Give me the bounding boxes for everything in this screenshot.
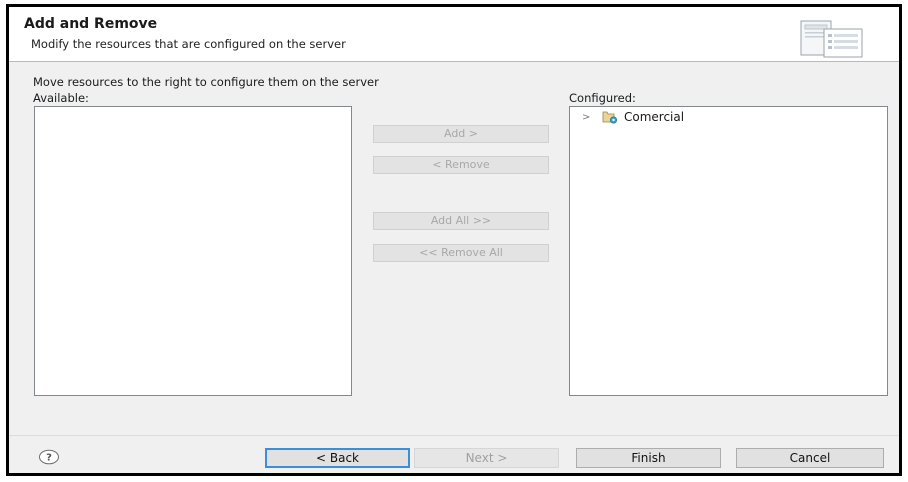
cancel-button[interactable]: Cancel [736,448,884,468]
tree-item-comercial[interactable]: > Comercial [582,109,684,125]
dialog-subtitle: Modify the resources that are configured… [31,37,346,51]
instruction-text: Move resources to the right to configure… [33,75,379,89]
server-config-icon [800,20,880,63]
available-label: Available: [33,91,89,105]
finish-button[interactable]: Finish [576,448,721,468]
configured-label: Configured: [569,91,636,105]
available-list[interactable] [34,106,352,396]
dialog-banner: Add and Remove Modify the resources that… [9,7,899,62]
remove-button[interactable]: < Remove [373,156,549,174]
chevron-right-icon[interactable]: > [582,112,596,123]
dialog-title: Add and Remove [24,16,158,32]
remove-all-button[interactable]: << Remove All [373,244,549,262]
add-all-button[interactable]: Add All >> [373,212,549,230]
svg-text:?: ? [46,453,52,464]
back-button[interactable]: < Back [265,448,410,468]
project-icon [602,110,618,124]
add-button[interactable]: Add > [373,125,549,143]
help-icon[interactable]: ? [38,449,60,468]
footer-separator [9,435,899,436]
tree-item-label: Comercial [624,110,685,124]
add-remove-dialog: Add and Remove Modify the resources that… [6,4,902,476]
configured-list[interactable]: > Comercial [569,106,888,396]
next-button[interactable]: Next > [414,448,559,468]
